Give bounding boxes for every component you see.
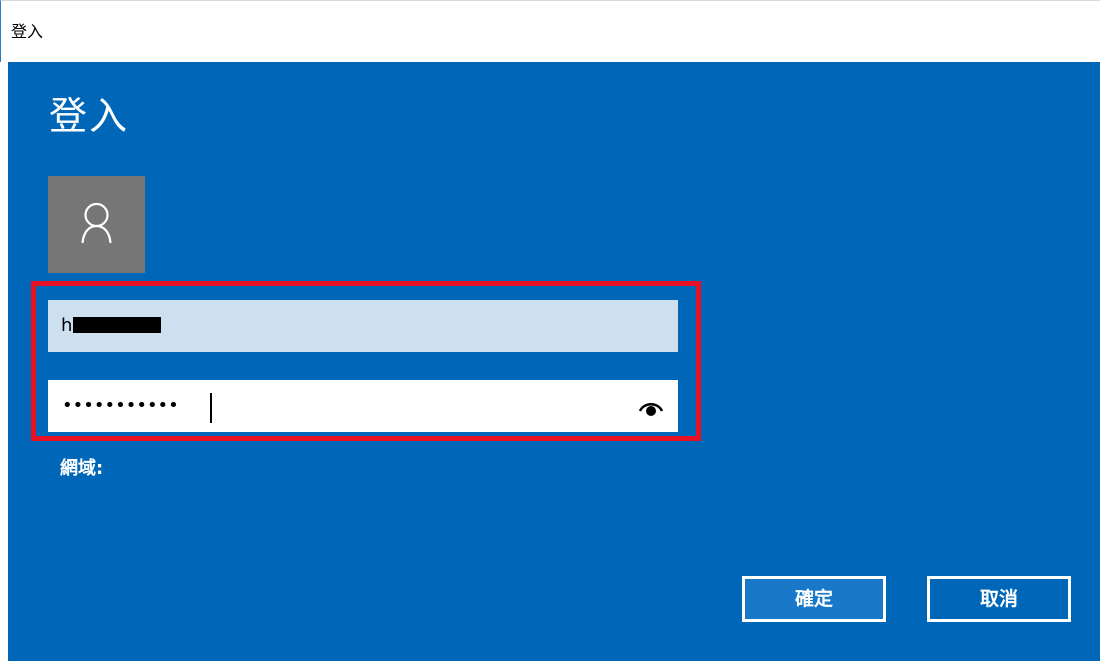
- user-icon: [81, 202, 112, 244]
- cancel-button[interactable]: 取消: [927, 576, 1071, 622]
- password-masked-value: •••••••••••: [62, 395, 179, 416]
- password-field[interactable]: •••••••••••: [48, 380, 678, 432]
- window-title: 登入: [11, 22, 44, 41]
- sign-in-window: 登入 登入 h ••••••••••• 網域: 確定 取消: [0, 0, 1100, 661]
- window-left-edge: [0, 62, 8, 661]
- avatar: [48, 176, 145, 273]
- ok-button[interactable]: 確定: [742, 576, 886, 622]
- text-caret: [210, 393, 212, 423]
- domain-label: 網域:: [60, 458, 104, 479]
- username-field[interactable]: h: [48, 300, 678, 352]
- redaction-bar: [73, 316, 162, 333]
- username-value-wrap: h: [61, 314, 162, 338]
- sign-in-dialog: 登入 h ••••••••••• 網域: 確定 取消: [8, 62, 1100, 661]
- username-value: h: [61, 315, 73, 336]
- eye-icon[interactable]: [638, 396, 664, 418]
- title-bar[interactable]: 登入: [0, 0, 1100, 62]
- eye-icon-graphic: [638, 403, 664, 416]
- dialog-heading: 登入: [49, 94, 130, 138]
